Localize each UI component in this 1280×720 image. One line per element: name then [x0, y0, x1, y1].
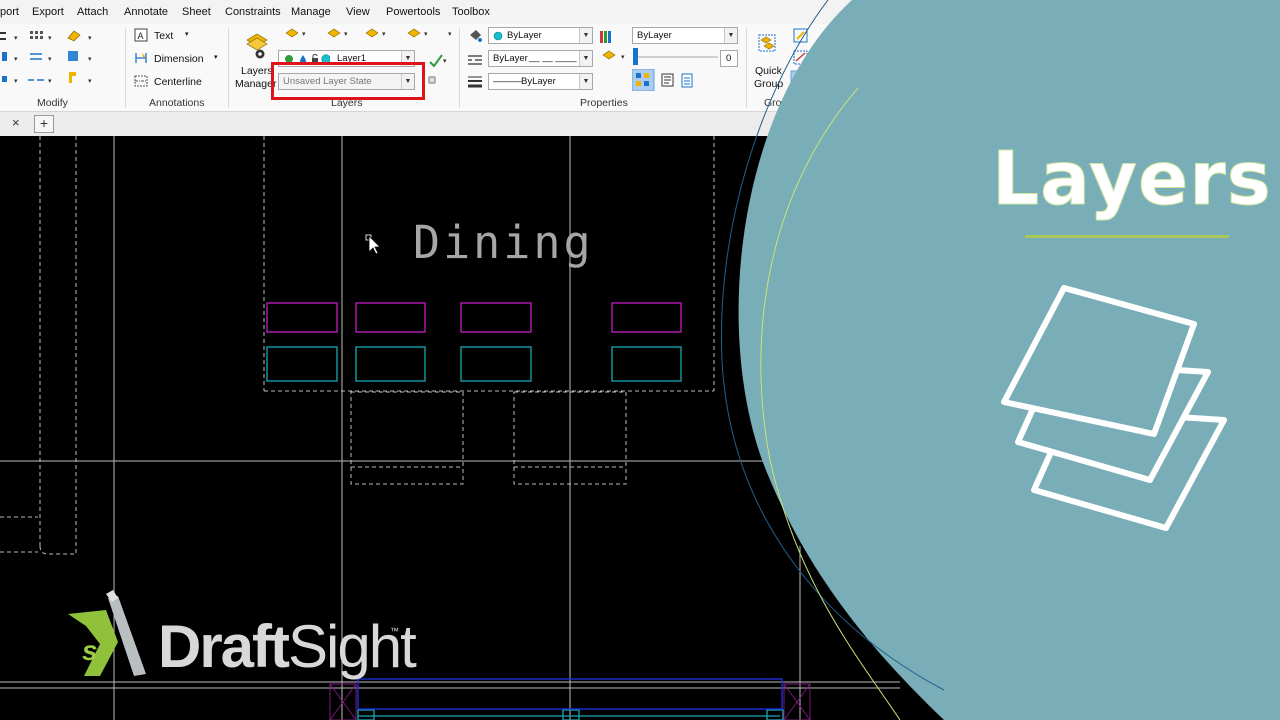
- screen: port Export Attach Annotate Sheet Constr…: [0, 0, 1280, 720]
- panel-title: Layers: [992, 136, 1272, 223]
- panel-title-underline: [1025, 235, 1229, 238]
- layers-stack-icon: [1001, 285, 1227, 531]
